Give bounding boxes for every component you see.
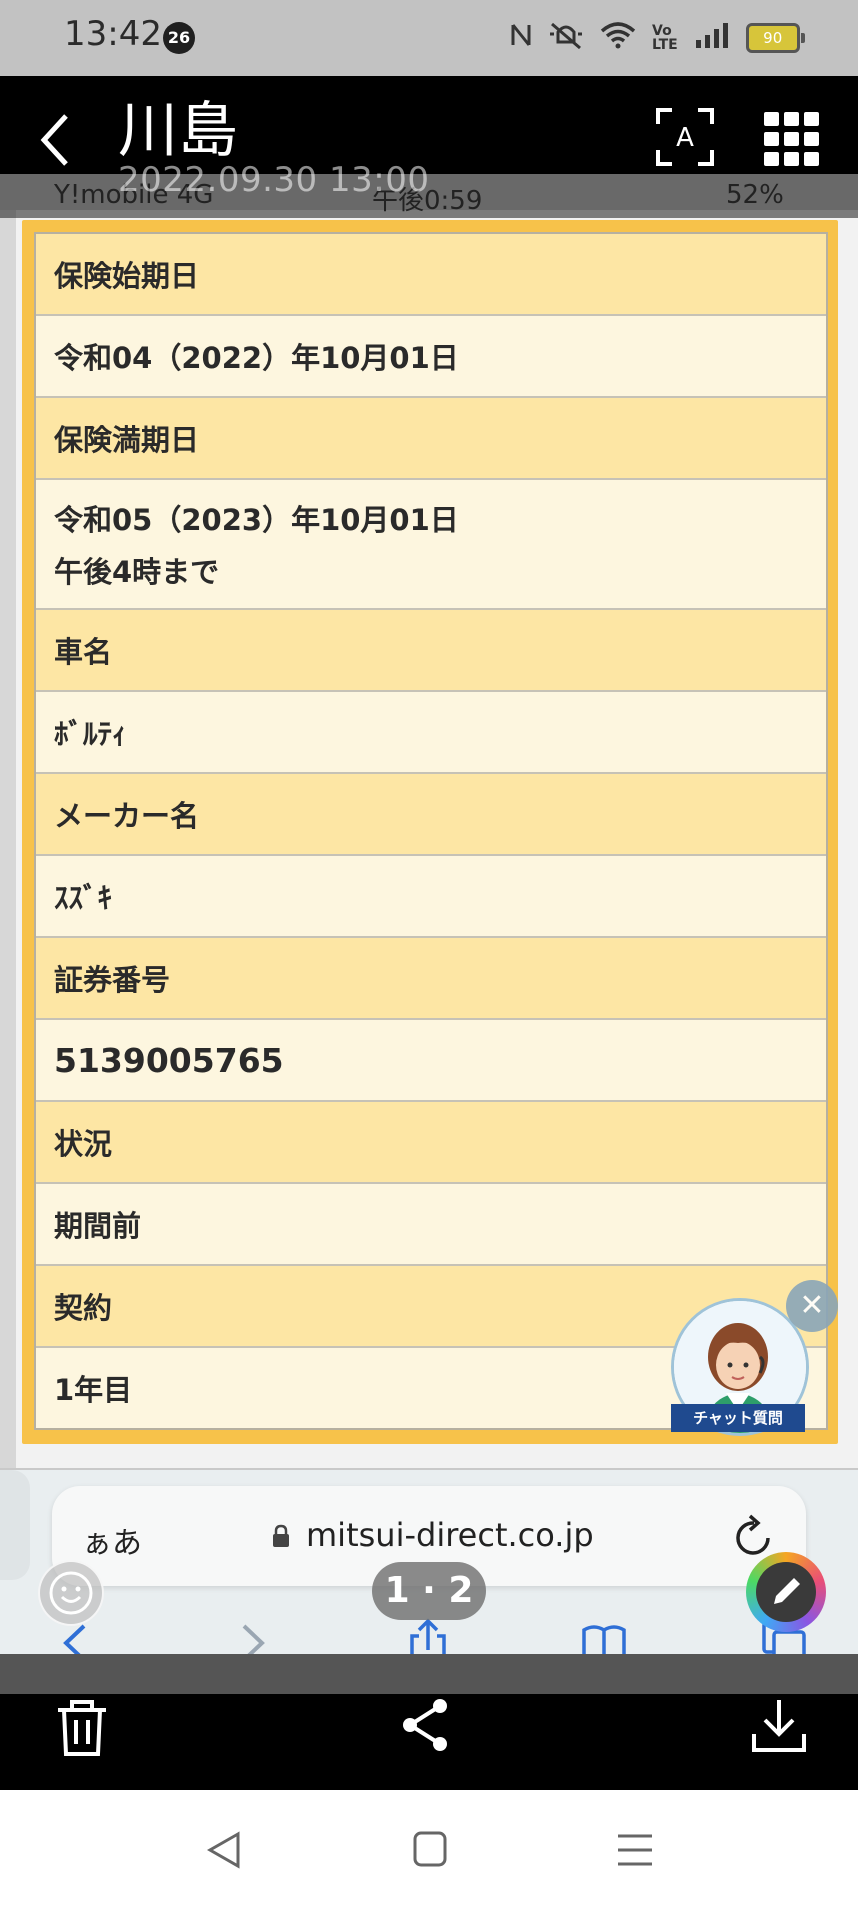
reload-icon[interactable] [732,1512,776,1560]
grid-menu-icon[interactable] [764,112,820,166]
row-policy-number-label: 証券番号 [36,938,826,1020]
row-maker-label: メーカー名 [36,774,826,856]
row-car-name-value: ﾎﾞﾙﾃｨ [36,692,826,774]
status-clock: 13:42 [64,14,162,54]
lock-icon [273,1524,289,1547]
row-end-date-value: 令和05（2023）年10月01日 午後4時まで [36,480,826,610]
row-start-date-value: 令和04（2022）年10月01日 [36,316,826,398]
emoji-button[interactable] [38,1560,104,1626]
nav-home-icon[interactable] [412,1830,448,1868]
back-arrow-icon[interactable] [36,110,80,170]
row-start-date-label: 保険始期日 [36,234,826,316]
svg-text:A: A [676,123,694,153]
signal-icon [694,22,730,55]
row-maker-value: ｽｽﾞｷ [36,856,826,938]
text-recognition-icon[interactable]: A [656,108,714,166]
mute-icon [548,20,584,57]
chat-close-button[interactable]: ✕ [786,1280,838,1332]
row-status-label: 状況 [36,1102,826,1184]
captured-battery: 52% [726,180,784,210]
policy-info-table: 保険始期日 令和04（2022）年10月01日 保険満期日 令和05（2023）… [34,232,828,1430]
wifi-icon [600,21,636,56]
status-icons: Vo LTE 90 [510,20,805,57]
url-text[interactable]: mitsui-direct.co.jp [306,1516,594,1554]
pencil-icon [774,1578,800,1604]
close-icon: ✕ [799,1288,825,1323]
edit-button-inner[interactable] [756,1562,816,1622]
capture-date[interactable]: 2022.09.30 13:00 [118,160,429,200]
screenshot-bottom-edge [0,1654,858,1694]
safari-previous-tab[interactable] [0,1470,30,1580]
chat-widget-label[interactable]: チャット質問 [671,1404,805,1432]
row-policy-number-value: 5139005765 [36,1020,826,1102]
nfc-icon [510,21,532,56]
end-date-time: 午後4時まで [54,555,220,589]
row-status-value: 期間前 [36,1184,826,1266]
row-end-date-label: 保険満期日 [36,398,826,480]
viewer-title: 川島 [118,96,238,166]
reader-text-size-button[interactable]: ぁあ [82,1518,142,1562]
nav-recents-icon[interactable] [616,1832,654,1868]
trash-icon[interactable] [54,1698,110,1758]
end-date-text: 令和05（2023）年10月01日 [54,503,459,537]
smiley-icon [49,1571,93,1615]
row-car-name-label: 車名 [36,610,826,692]
download-icon[interactable] [750,1698,808,1754]
battery-icon: 90 [745,23,805,53]
share-icon[interactable] [400,1696,452,1754]
notification-count-badge: 26 [163,22,195,54]
page-indicator: 1 · 2 [372,1562,486,1620]
volte-icon: Vo LTE [652,23,678,53]
nav-back-icon[interactable] [206,1830,242,1870]
